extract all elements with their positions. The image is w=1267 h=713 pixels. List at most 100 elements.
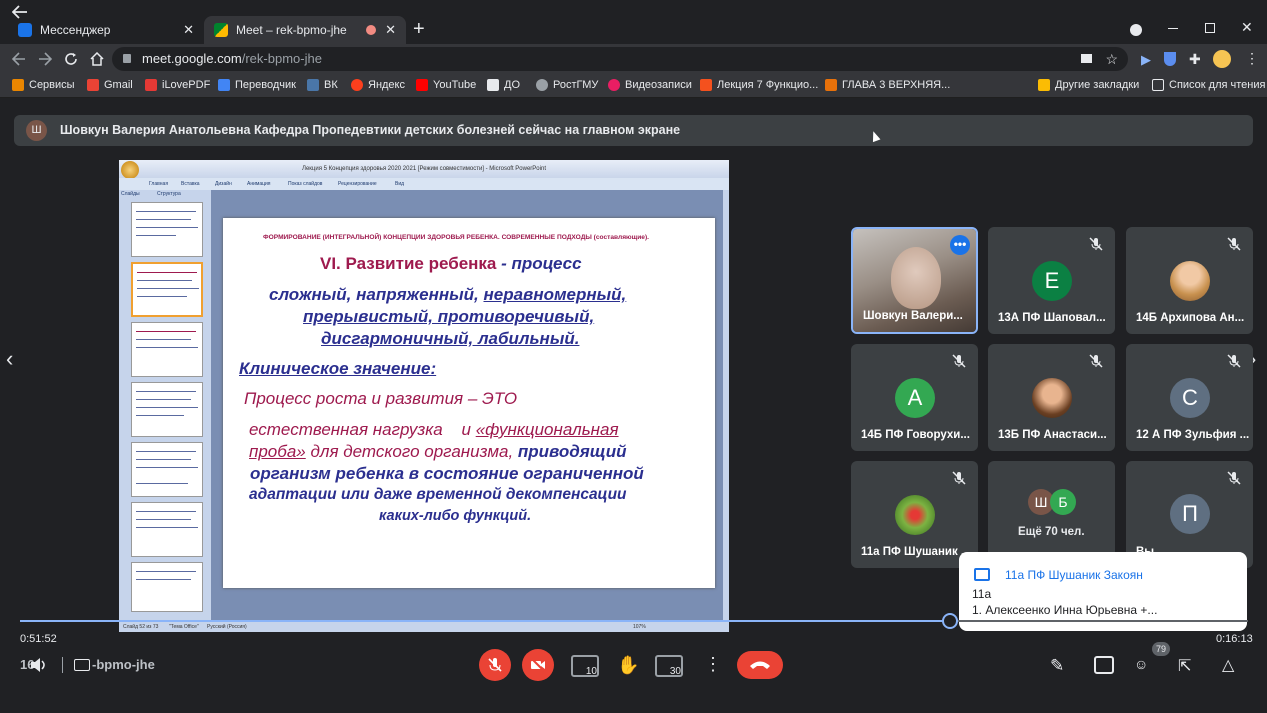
ribbon-tab[interactable]: Показ слайдов bbox=[288, 181, 322, 187]
more-options-icon[interactable]: ••• bbox=[950, 235, 970, 255]
participant-tile[interactable]: А 14Б ПФ Говорухи... bbox=[851, 344, 978, 451]
ribbon-tab[interactable]: Главная bbox=[149, 181, 168, 187]
volume-icon[interactable] bbox=[30, 657, 48, 673]
participant-tile[interactable]: 14Б Архипова Ан... bbox=[1126, 227, 1253, 334]
slide-line-1: сложный, напряженный, неравномерный, bbox=[269, 285, 627, 304]
bookmark-ilovepdf[interactable]: iLovePDF bbox=[145, 79, 210, 91]
participant-name: 11а ПФ Шушаник ... bbox=[861, 546, 971, 558]
slide-thumbnail[interactable] bbox=[131, 322, 203, 377]
participant-tile[interactable]: 11а ПФ Шушаник ... bbox=[851, 461, 978, 568]
menu-icon[interactable]: ⋮ bbox=[1245, 50, 1259, 67]
camera-icon[interactable] bbox=[1081, 54, 1092, 63]
slide-header: ФОРМИРОВАНИЕ (ИНТЕГРАЛЬНОЙ) КОНЦЕПЦИИ ЗД… bbox=[263, 234, 649, 241]
tab-search-icon[interactable] bbox=[1130, 24, 1142, 36]
reading-list[interactable]: Список для чтения bbox=[1152, 79, 1265, 91]
activities-icon[interactable]: △ bbox=[1222, 655, 1234, 675]
raise-hand-icon[interactable]: ✋ bbox=[617, 655, 639, 676]
panel-tab-slides[interactable]: Слайды bbox=[121, 191, 140, 197]
bookmark-rostgmu[interactable]: РостГМУ bbox=[536, 79, 598, 91]
participant-tile[interactable]: 13Б ПФ Анастаси... bbox=[988, 344, 1115, 451]
ribbon-tab[interactable]: Вставка bbox=[181, 181, 200, 187]
meet-icon bbox=[214, 23, 228, 37]
slide-thumbnail-selected[interactable] bbox=[131, 262, 203, 317]
more-options-icon[interactable]: ⋮ bbox=[704, 654, 722, 675]
slide-thumbnail[interactable] bbox=[131, 442, 203, 497]
forward-icon[interactable] bbox=[38, 52, 53, 71]
bookmark-translator[interactable]: Переводчик bbox=[218, 79, 296, 91]
bookmark-vk[interactable]: ВК bbox=[307, 79, 338, 91]
forward-30-icon[interactable]: 30 bbox=[655, 655, 683, 677]
info-icon[interactable] bbox=[1094, 656, 1114, 674]
lock-icon bbox=[123, 54, 131, 63]
close-tab-icon[interactable]: ✕ bbox=[385, 22, 396, 38]
captions-icon[interactable] bbox=[74, 659, 90, 671]
slide-thumbnail[interactable] bbox=[131, 562, 203, 612]
star-icon[interactable]: ☆ bbox=[1105, 47, 1118, 71]
participant-tile[interactable]: С 12 А ПФ Зульфия ... bbox=[1126, 344, 1253, 451]
ribbon-tab[interactable]: Дизайн bbox=[215, 181, 232, 187]
puzzle-icon[interactable]: ✚ bbox=[1189, 51, 1201, 68]
panel-tab-outline[interactable]: Структура bbox=[157, 191, 181, 197]
new-tab-button[interactable]: + bbox=[413, 19, 425, 39]
back-icon[interactable] bbox=[11, 52, 26, 71]
rewind-10-icon[interactable]: 10 bbox=[571, 655, 599, 677]
playback-progress[interactable] bbox=[20, 613, 1248, 629]
chat-activities-icon[interactable]: ⇱ bbox=[1178, 656, 1191, 676]
mic-off-icon bbox=[952, 354, 966, 368]
slide-para-5: каких-либо функций. bbox=[379, 508, 532, 524]
camera-button[interactable] bbox=[522, 649, 554, 681]
slide-heading: VI. Развитие ребенка - процесс bbox=[320, 254, 582, 273]
participant-photo bbox=[1170, 261, 1210, 301]
participant-tile-presenter[interactable]: ••• Шовкун Валери... bbox=[851, 227, 978, 334]
bookmark-services[interactable]: Сервисы bbox=[12, 79, 75, 91]
total-time: 0:16:13 bbox=[1216, 633, 1253, 645]
bookmark-lecture[interactable]: Лекция 7 Функцио... bbox=[700, 79, 818, 91]
participant-avatar: П bbox=[1170, 494, 1210, 534]
mic-off-icon bbox=[952, 471, 966, 485]
restore-icon[interactable] bbox=[1205, 23, 1215, 33]
extension-icon[interactable]: ▶ bbox=[1141, 52, 1155, 67]
leave-call-button[interactable] bbox=[737, 651, 783, 679]
bookmark-do[interactable]: ДО bbox=[487, 79, 520, 91]
pencil-icon[interactable]: ✎ bbox=[1050, 656, 1064, 676]
people-icon[interactable]: ☺ bbox=[1134, 656, 1158, 674]
participant-avatar: Е bbox=[1032, 261, 1072, 301]
mic-button[interactable] bbox=[479, 649, 511, 681]
bookmark-videos[interactable]: Видеозаписи bbox=[608, 79, 692, 91]
office-button-icon[interactable] bbox=[121, 161, 139, 179]
slide-scrollbar[interactable] bbox=[723, 190, 729, 622]
slide-line-3: дисгармоничный, лабильный. bbox=[321, 329, 580, 348]
slides-panel: Слайды Структура bbox=[119, 190, 211, 622]
bookmark-yandex[interactable]: Яндекс bbox=[351, 79, 405, 91]
ribbon-tab[interactable]: Рецензирование bbox=[338, 181, 377, 187]
slide-thumbnail[interactable] bbox=[131, 502, 203, 557]
ribbon-tab[interactable]: Анимация bbox=[247, 181, 270, 187]
slide-thumbnail[interactable] bbox=[131, 202, 203, 257]
home-icon[interactable] bbox=[90, 51, 104, 71]
slide-para-4: адаптации или даже временной декомпенсац… bbox=[249, 486, 627, 503]
reload-icon[interactable] bbox=[64, 52, 78, 71]
profile-avatar[interactable] bbox=[1213, 50, 1231, 68]
slide-para-1: естественная нагрузка и «функциональная bbox=[249, 420, 619, 439]
address-bar[interactable]: meet.google.com/rek-bpmo-jhe ☆ bbox=[112, 47, 1128, 71]
progress-fill bbox=[20, 620, 950, 622]
apps-grid-icon bbox=[12, 79, 24, 91]
participant-tile[interactable]: Е 13А ПФ Шаповал... bbox=[988, 227, 1115, 334]
progress-handle[interactable] bbox=[942, 613, 958, 629]
tab-label: Мессенджер bbox=[40, 23, 111, 37]
bookmark-gmail[interactable]: Gmail bbox=[87, 79, 133, 91]
tab-messenger[interactable]: Мессенджер ✕ bbox=[8, 16, 204, 44]
bookmark-other[interactable]: Другие закладки bbox=[1038, 79, 1139, 91]
plus-cross-icon bbox=[825, 79, 837, 91]
minimize-icon[interactable] bbox=[1168, 28, 1178, 29]
close-tab-icon[interactable]: ✕ bbox=[183, 22, 194, 38]
banner-text: Шовкун Валерия Анатольевна Кафедра Пропе… bbox=[60, 123, 681, 137]
slide-thumbnail[interactable] bbox=[131, 382, 203, 437]
tab-meet[interactable]: Meet – rek-bpmo-jhe ✕ bbox=[204, 16, 406, 44]
ribbon-tab[interactable]: Вид bbox=[395, 181, 404, 187]
close-window-icon[interactable]: ✕ bbox=[1241, 19, 1253, 36]
bookmark-chapter[interactable]: ГЛАВА 3 ВЕРХНЯЯ... bbox=[825, 79, 950, 91]
previous-page-icon[interactable]: ‹ bbox=[6, 346, 13, 372]
bookmark-youtube[interactable]: YouTube bbox=[416, 79, 476, 91]
shield-icon[interactable] bbox=[1164, 52, 1176, 66]
